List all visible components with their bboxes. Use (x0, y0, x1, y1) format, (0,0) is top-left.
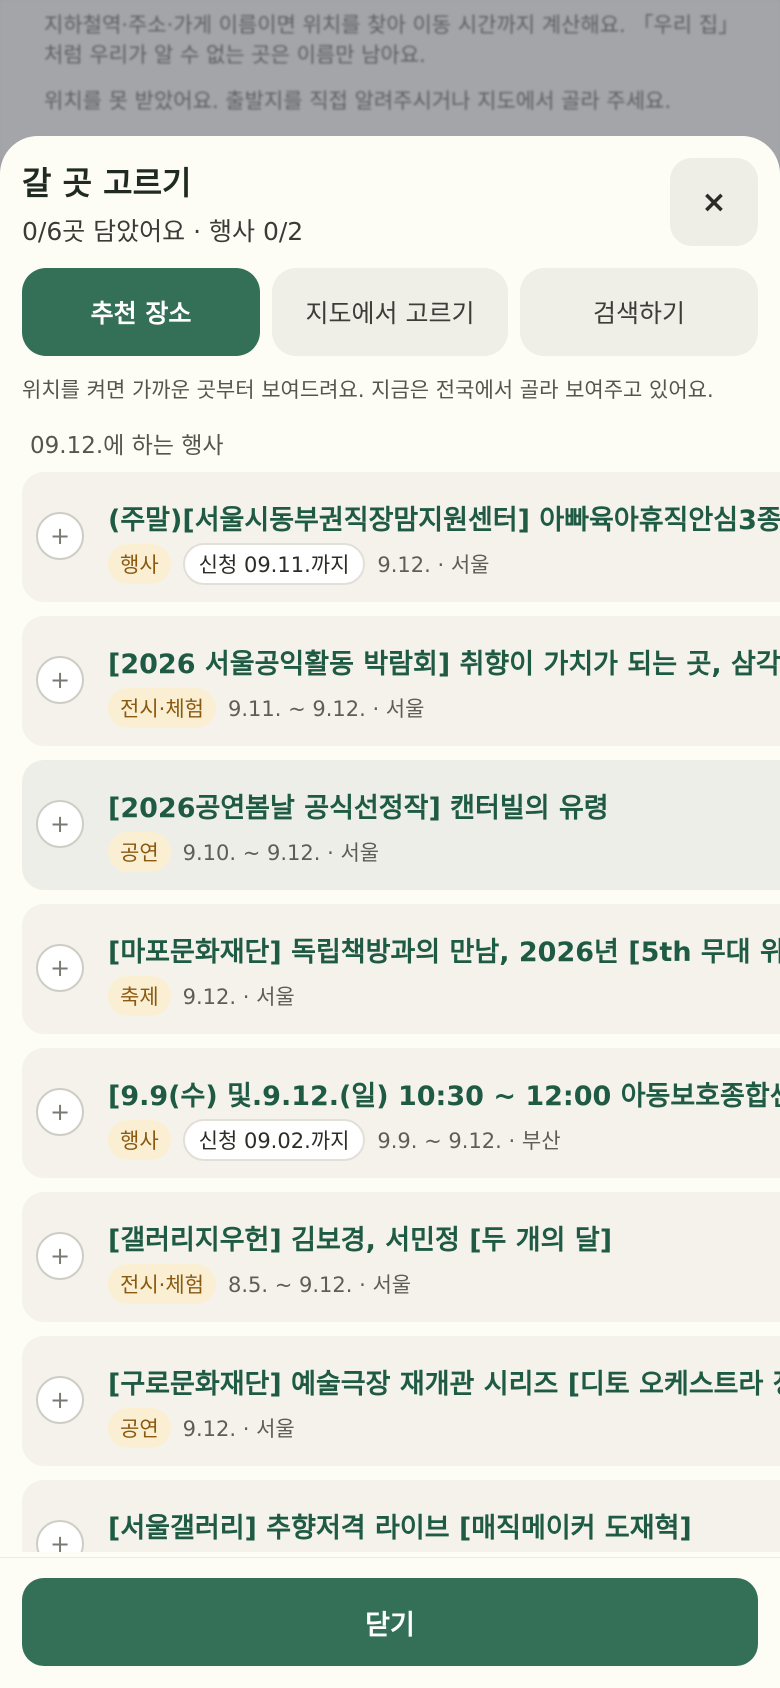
tab-map[interactable]: 지도에서 고르기 (272, 268, 508, 356)
event-title: [2026공연봄날 공식선정작] 캔터빌의 유령 (108, 793, 609, 824)
location-hint: 위치를 켜면 가까운 곳부터 보여드려요. 지금은 전국에서 골라 보여주고 있… (22, 378, 714, 402)
event-date-location: 9.12. · 서울 (182, 985, 295, 1009)
add-button[interactable]: + (36, 512, 84, 560)
event-meta: 행사 신청 09.11.까지 9.12. · 서울 (108, 542, 490, 586)
event-title: [마포문화재단] 독립책방과의 만남, 2026년 [5th 무대 위의 책방] (108, 937, 780, 968)
event-meta: 축제 9.12. · 서울 (108, 974, 295, 1018)
event-meta: 전시·체험 8.5. ~ 9.12. · 서울 (108, 1262, 411, 1306)
tab-bar: 추천 장소 지도에서 고르기 검색하기 (22, 268, 758, 356)
plus-icon: + (49, 954, 71, 982)
event-title: [9.9(수) 및.9.12.(일) 10:30 ~ 12:00 아동보호종합센… (108, 1081, 780, 1112)
add-button[interactable]: + (36, 656, 84, 704)
plus-icon: + (49, 810, 71, 838)
background-text-line: 지하철역·주소·가게 이름이면 위치를 찾아 이동 시간까지 계산해요. 「우리… (44, 13, 740, 37)
plus-icon: + (49, 522, 71, 550)
event-card[interactable]: + [2026 서울공익활동 박람회] 취향이 가치가 되는 곳, 삼각지 공익… (22, 616, 780, 746)
close-button[interactable]: 닫기 (22, 1578, 758, 1666)
add-button[interactable]: + (36, 1376, 84, 1424)
event-title: [갤러리지우헌] 김보경, 서민정 [두 개의 달] (108, 1225, 613, 1256)
sheet-footer: 닫기 (0, 1557, 780, 1688)
bottom-sheet: 갈 곳 고르기 0/6곳 담았어요 · 행사 0/2 × 추천 장소 지도에서 … (0, 136, 780, 1688)
event-date-location: 9.11. ~ 9.12. · 서울 (227, 697, 425, 721)
event-title: [서울갤러리] 추향저격 라이브 [매직메이커 도재혁] (108, 1513, 692, 1544)
add-button[interactable]: + (36, 944, 84, 992)
close-sheet-button[interactable]: × (670, 158, 758, 246)
event-card[interactable]: + [마포문화재단] 독립책방과의 만남, 2026년 [5th 무대 위의 책… (22, 904, 780, 1034)
plus-icon: + (49, 1242, 71, 1270)
event-date-location: 9.10. ~ 9.12. · 서울 (182, 841, 380, 865)
event-meta: 행사 신청 09.02.까지 9.9. ~ 9.12. · 부산 (108, 1118, 561, 1162)
event-card[interactable]: + [갤러리지우헌] 김보경, 서민정 [두 개의 달] 전시·체험 8.5. … (22, 1192, 780, 1322)
event-meta: 공연 9.10. ~ 9.12. · 서울 (108, 830, 379, 874)
apply-deadline-badge: 신청 09.11.까지 (182, 543, 366, 585)
event-title: [2026 서울공익활동 박람회] 취향이 가치가 되는 곳, 삼각지 공익활동 (108, 649, 780, 680)
event-card[interactable]: + [2026공연봄날 공식선정작] 캔터빌의 유령 공연 9.10. ~ 9.… (22, 760, 780, 890)
event-date-location: 9.12. · 서울 (182, 1417, 295, 1441)
event-card[interactable]: + [9.9(수) 및.9.12.(일) 10:30 ~ 12:00 아동보호종… (22, 1048, 780, 1178)
event-card[interactable]: + [구로문화재단] 예술극장 재개관 시리즈 [디토 오케스트라 정기연주회]… (22, 1336, 780, 1466)
category-badge: 전시·체험 (108, 1264, 216, 1304)
event-meta: 공연 9.12. · 서울 (108, 1406, 295, 1450)
background-text-line: 위치를 못 받았어요. 출발지를 직접 알려주시거나 지도에서 골라 주세요. (44, 89, 672, 113)
close-icon: × (701, 184, 727, 220)
plus-icon: + (49, 1530, 71, 1552)
add-button[interactable]: + (36, 1232, 84, 1280)
event-meta: 전시·체험 9.11. ~ 9.12. · 서울 (108, 686, 424, 730)
plus-icon: + (49, 1098, 71, 1126)
sheet-title: 갈 곳 고르기 (22, 164, 192, 202)
category-badge: 공연 (108, 832, 171, 872)
add-button[interactable]: + (36, 1520, 84, 1552)
event-title: [구로문화재단] 예술극장 재개관 시리즈 [디토 오케스트라 정기연주회] (108, 1369, 780, 1400)
add-button[interactable]: + (36, 800, 84, 848)
event-card[interactable]: + [서울갤러리] 추향저격 라이브 [매직메이커 도재혁] (22, 1480, 780, 1552)
event-card[interactable]: + (주말)[서울시동부권직장맘지원센터] 아빠육아휴직안심3종패키지 행사 신… (22, 472, 780, 602)
category-badge: 공연 (108, 1408, 171, 1448)
tab-search[interactable]: 검색하기 (520, 268, 758, 356)
event-date-location: 8.5. ~ 9.12. · 서울 (227, 1273, 412, 1297)
event-list: + (주말)[서울시동부권직장맘지원센터] 아빠육아휴직안심3종패키지 행사 신… (22, 472, 780, 1552)
category-badge: 축제 (108, 976, 171, 1016)
category-badge: 행사 (108, 1120, 171, 1160)
plus-icon: + (49, 1386, 71, 1414)
add-button[interactable]: + (36, 1088, 84, 1136)
tab-recommended[interactable]: 추천 장소 (22, 268, 260, 356)
event-date-location: 9.9. ~ 9.12. · 부산 (377, 1129, 561, 1153)
event-date-location: 9.12. · 서울 (377, 553, 490, 577)
apply-deadline-badge: 신청 09.02.까지 (182, 1119, 366, 1161)
category-badge: 행사 (108, 544, 171, 584)
background-text-line: 처럼 우리가 알 수 없는 곳은 이름만 남아요. (44, 43, 426, 67)
event-title: (주말)[서울시동부권직장맘지원센터] 아빠육아휴직안심3종패키지 (108, 505, 780, 536)
date-heading: 09.12.에 하는 행사 (30, 433, 224, 459)
plus-icon: + (49, 666, 71, 694)
category-badge: 전시·체험 (108, 688, 216, 728)
selection-count: 0/6곳 담았어요 · 행사 0/2 (22, 217, 304, 246)
